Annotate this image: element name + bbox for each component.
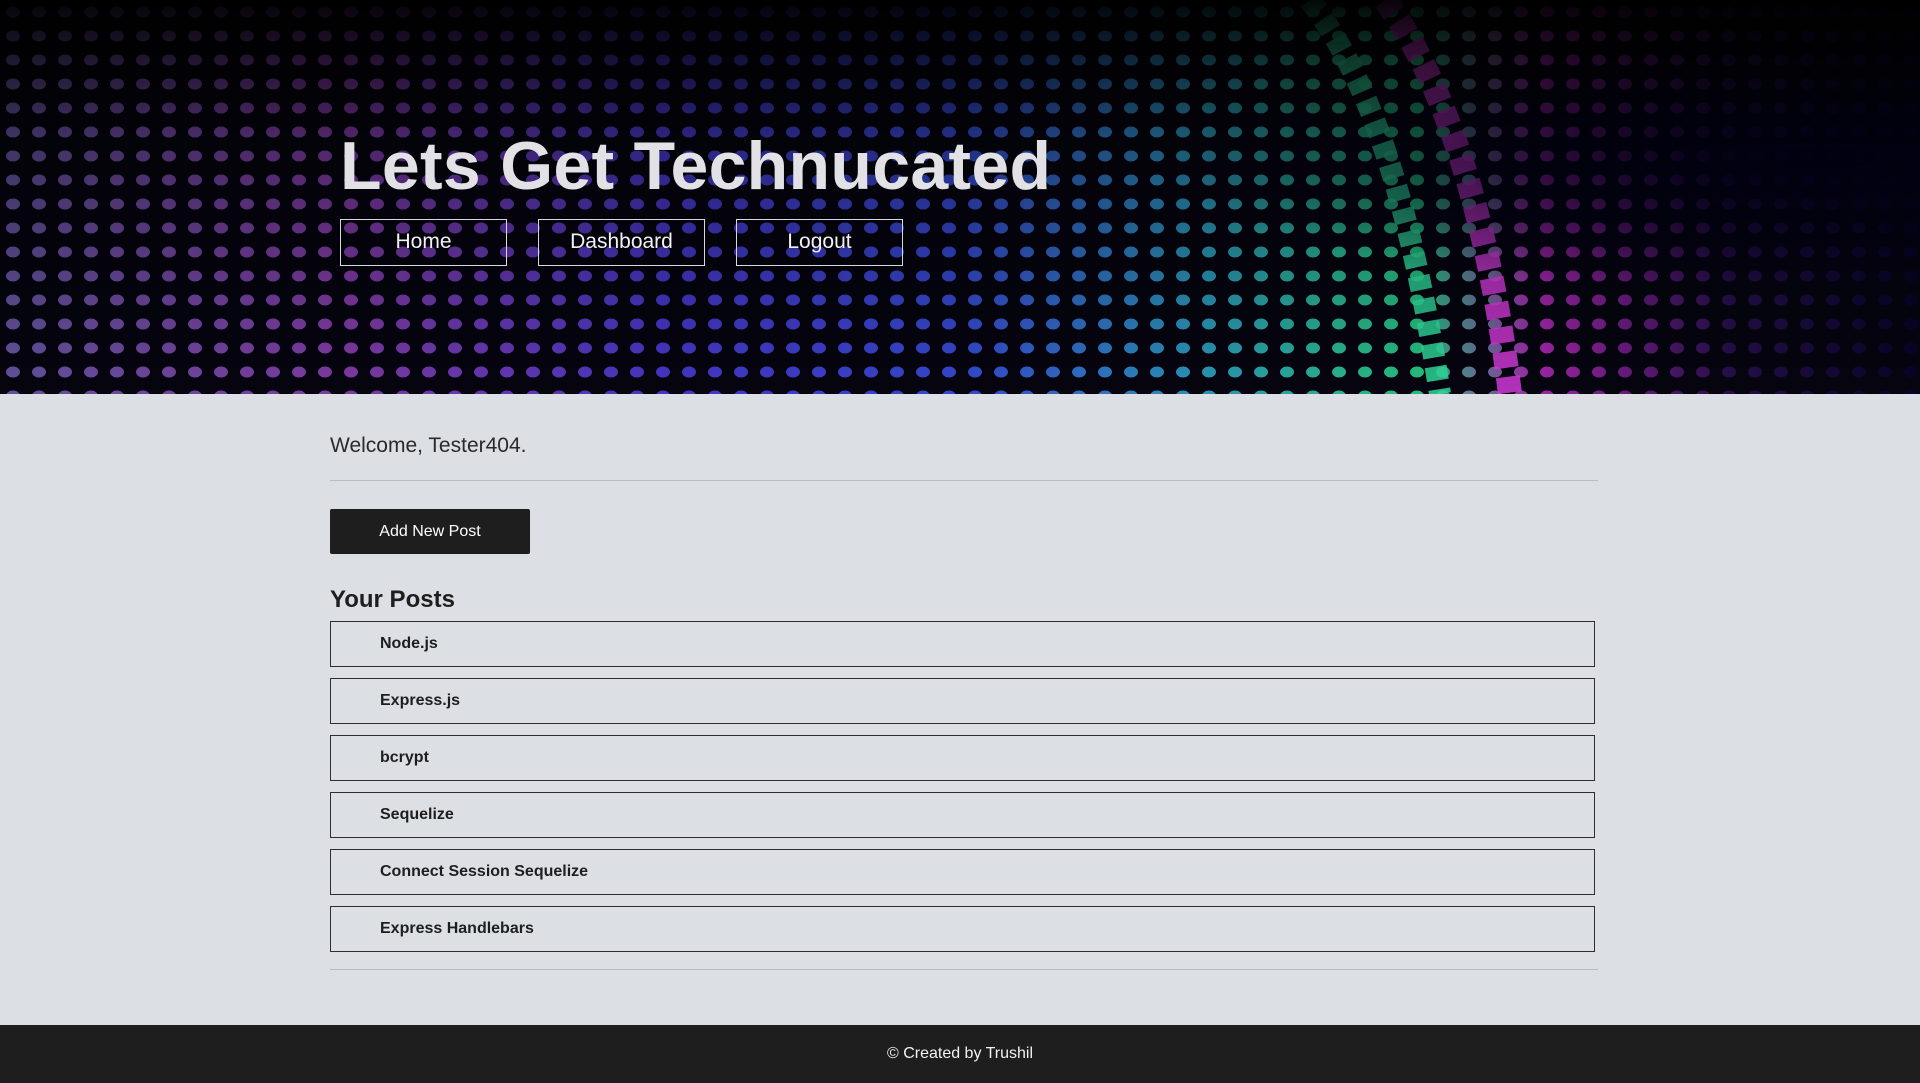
post-title: bcrypt <box>380 749 429 766</box>
post-title: Connect Session Sequelize <box>380 863 589 880</box>
welcome-message: Welcome, Tester404. <box>330 434 527 457</box>
nav-logout-button[interactable]: Logout <box>736 219 903 266</box>
your-posts-heading: Your Posts <box>330 586 455 613</box>
site-footer: © Created by Trushil <box>0 1025 1920 1083</box>
post-title: Sequelize <box>380 806 454 823</box>
main-nav: Home Dashboard Logout <box>340 219 1051 266</box>
divider <box>330 969 1598 970</box>
add-new-post-button[interactable]: Add New Post <box>330 509 530 554</box>
footer-credit: © Created by Trushil <box>886 1045 1034 1062</box>
nav-dashboard-button[interactable]: Dashboard <box>538 219 705 266</box>
post-item[interactable]: Node.js <box>330 621 1595 667</box>
hero-header: Lets Get Technucated Home Dashboard Logo… <box>0 0 1920 394</box>
post-list: Node.js Express.js bcrypt Sequelize Conn… <box>330 621 1598 952</box>
post-title: Express Handlebars <box>380 920 534 937</box>
post-item[interactable]: bcrypt <box>330 735 1595 781</box>
post-item[interactable]: Connect Session Sequelize <box>330 849 1595 895</box>
post-title: Node.js <box>380 635 438 652</box>
post-item[interactable]: Express.js <box>330 678 1595 724</box>
site-title: Lets Get Technucated <box>340 128 1052 204</box>
post-item[interactable]: Express Handlebars <box>330 906 1595 952</box>
nav-home-button[interactable]: Home <box>340 219 507 266</box>
hero-content: Lets Get Technucated Home Dashboard Logo… <box>340 124 1051 266</box>
dashboard-main: Welcome, Tester404. Add New Post Your Po… <box>330 394 1598 970</box>
post-title: Express.js <box>380 692 461 709</box>
post-item[interactable]: Sequelize <box>330 792 1595 838</box>
divider <box>330 480 1598 481</box>
